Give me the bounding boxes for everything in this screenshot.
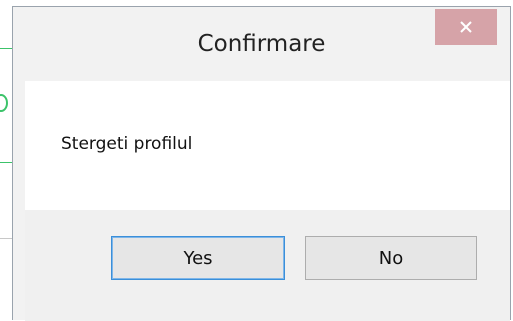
confirm-dialog: Confirmare Stergeti profilul Yes No — [12, 6, 511, 321]
close-button[interactable] — [435, 9, 497, 45]
dialog-titlebar[interactable]: Confirmare — [13, 7, 510, 81]
close-icon — [459, 20, 473, 34]
dialog-content: Stergeti profilul — [25, 81, 510, 210]
dialog-footer: Yes No — [25, 210, 510, 321]
yes-button[interactable]: Yes — [111, 236, 285, 280]
dialog-message: Stergeti profilul — [61, 134, 193, 154]
no-button[interactable]: No — [305, 236, 477, 280]
background-glyph — [0, 94, 8, 112]
